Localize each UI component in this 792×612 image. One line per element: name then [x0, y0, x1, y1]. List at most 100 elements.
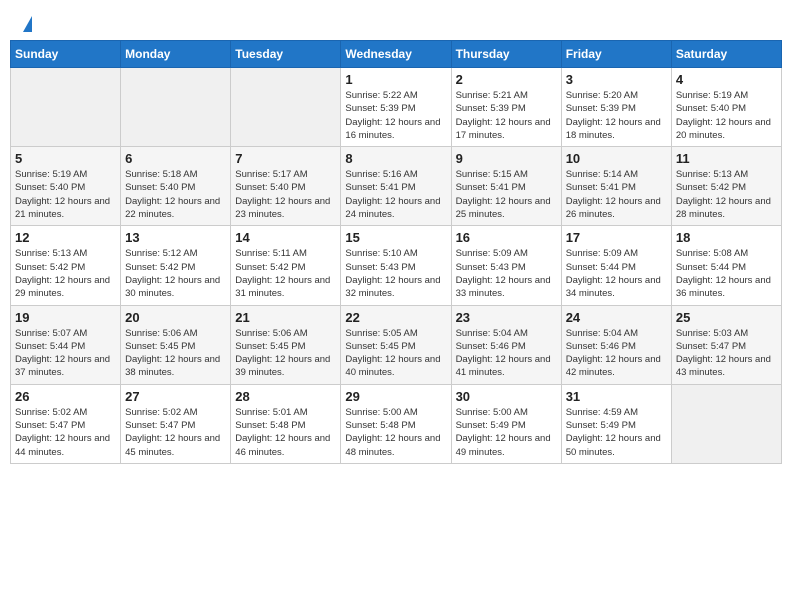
day-info: Sunrise: 5:09 AM Sunset: 5:43 PM Dayligh…	[456, 247, 557, 300]
day-info: Sunrise: 5:20 AM Sunset: 5:39 PM Dayligh…	[566, 89, 667, 142]
calendar-cell: 26Sunrise: 5:02 AM Sunset: 5:47 PM Dayli…	[11, 384, 121, 463]
day-number: 24	[566, 310, 667, 325]
calendar-header-thursday: Thursday	[451, 41, 561, 68]
day-info: Sunrise: 5:04 AM Sunset: 5:46 PM Dayligh…	[456, 327, 557, 380]
calendar-cell: 7 Sunrise: 5:17 AM Sunset: 5:40 PM Daylig…	[231, 147, 341, 226]
calendar-header-row: SundayMondayTuesdayWednesdayThursdayFrid…	[11, 41, 782, 68]
calendar-cell: 6 Sunrise: 5:18 AM Sunset: 5:40 PM Daylig…	[121, 147, 231, 226]
day-info: Sunrise: 5:06 AM Sunset: 5:45 PM Dayligh…	[235, 327, 336, 380]
logo-triangle-icon	[23, 16, 32, 32]
day-number: 11	[676, 151, 777, 166]
calendar-header-friday: Friday	[561, 41, 671, 68]
day-number: 10	[566, 151, 667, 166]
day-number: 14	[235, 230, 336, 245]
calendar-cell: 20Sunrise: 5:06 AM Sunset: 5:45 PM Dayli…	[121, 305, 231, 384]
day-number: 21	[235, 310, 336, 325]
calendar-cell	[671, 384, 781, 463]
day-info: Sunrise: 5:19 AM Sunset: 5:40 PM Dayligh…	[15, 168, 116, 221]
calendar-cell: 29 Sunrise: 5:00 AM Sunset: 5:48 PM Dayli…	[341, 384, 451, 463]
day-info: Sunrise: 5:17 AM Sunset: 5:40 PM Dayligh…	[235, 168, 336, 221]
day-number: 25	[676, 310, 777, 325]
calendar-cell: 28 Sunrise: 5:01 AM Sunset: 5:48 PM Dayli…	[231, 384, 341, 463]
calendar-cell	[11, 68, 121, 147]
day-info: Sunrise: 5:15 AM Sunset: 5:41 PM Dayligh…	[456, 168, 557, 221]
calendar-cell: 9 Sunrise: 5:15 AM Sunset: 5:41 PM Daylig…	[451, 147, 561, 226]
day-info: Sunrise: 5:04 AM Sunset: 5:46 PM Dayligh…	[566, 327, 667, 380]
day-number: 23	[456, 310, 557, 325]
day-info: Sunrise: 5:02 AM Sunset: 5:47 PM Dayligh…	[15, 406, 116, 459]
calendar-cell: 11 Sunrise: 5:13 AM Sunset: 5:42 PM Dayli…	[671, 147, 781, 226]
calendar-cell: 13 Sunrise: 5:12 AM Sunset: 5:42 PM Dayli…	[121, 226, 231, 305]
day-number: 12	[15, 230, 116, 245]
calendar-cell: 17 Sunrise: 5:09 AM Sunset: 5:44 PM Dayli…	[561, 226, 671, 305]
calendar-cell: 19Sunrise: 5:07 AM Sunset: 5:44 PM Dayli…	[11, 305, 121, 384]
calendar-week-4: 19Sunrise: 5:07 AM Sunset: 5:44 PM Dayli…	[11, 305, 782, 384]
day-number: 18	[676, 230, 777, 245]
calendar-cell: 14Sunrise: 5:11 AM Sunset: 5:42 PM Dayli…	[231, 226, 341, 305]
day-number: 4	[676, 72, 777, 87]
day-number: 17	[566, 230, 667, 245]
day-info: Sunrise: 5:16 AM Sunset: 5:41 PM Dayligh…	[345, 168, 446, 221]
day-info: Sunrise: 4:59 AM Sunset: 5:49 PM Dayligh…	[566, 406, 667, 459]
day-number: 7	[235, 151, 336, 166]
day-info: Sunrise: 5:10 AM Sunset: 5:43 PM Dayligh…	[345, 247, 446, 300]
page-header	[0, 0, 792, 40]
day-number: 29	[345, 389, 446, 404]
calendar-cell: 1 Sunrise: 5:22 AM Sunset: 5:39 PM Daylig…	[341, 68, 451, 147]
calendar-cell: 3 Sunrise: 5:20 AM Sunset: 5:39 PM Daylig…	[561, 68, 671, 147]
day-info: Sunrise: 5:19 AM Sunset: 5:40 PM Dayligh…	[676, 89, 777, 142]
calendar-header-saturday: Saturday	[671, 41, 781, 68]
calendar-cell: 23 Sunrise: 5:04 AM Sunset: 5:46 PM Dayli…	[451, 305, 561, 384]
calendar-cell: 18 Sunrise: 5:08 AM Sunset: 5:44 PM Dayli…	[671, 226, 781, 305]
day-number: 2	[456, 72, 557, 87]
day-number: 1	[345, 72, 446, 87]
day-info: Sunrise: 5:01 AM Sunset: 5:48 PM Dayligh…	[235, 406, 336, 459]
day-info: Sunrise: 5:13 AM Sunset: 5:42 PM Dayligh…	[15, 247, 116, 300]
day-info: Sunrise: 5:05 AM Sunset: 5:45 PM Dayligh…	[345, 327, 446, 380]
day-info: Sunrise: 5:13 AM Sunset: 5:42 PM Dayligh…	[676, 168, 777, 221]
day-info: Sunrise: 5:00 AM Sunset: 5:48 PM Dayligh…	[345, 406, 446, 459]
calendar-cell: 4 Sunrise: 5:19 AM Sunset: 5:40 PM Daylig…	[671, 68, 781, 147]
calendar-cell: 5Sunrise: 5:19 AM Sunset: 5:40 PM Daylig…	[11, 147, 121, 226]
calendar-header-tuesday: Tuesday	[231, 41, 341, 68]
calendar-header-wednesday: Wednesday	[341, 41, 451, 68]
day-info: Sunrise: 5:12 AM Sunset: 5:42 PM Dayligh…	[125, 247, 226, 300]
calendar-cell: 16Sunrise: 5:09 AM Sunset: 5:43 PM Dayli…	[451, 226, 561, 305]
calendar-cell: 21 Sunrise: 5:06 AM Sunset: 5:45 PM Dayli…	[231, 305, 341, 384]
calendar-cell: 25Sunrise: 5:03 AM Sunset: 5:47 PM Dayli…	[671, 305, 781, 384]
day-number: 19	[15, 310, 116, 325]
calendar-table: SundayMondayTuesdayWednesdayThursdayFrid…	[10, 40, 782, 464]
calendar-cell: 8 Sunrise: 5:16 AM Sunset: 5:41 PM Daylig…	[341, 147, 451, 226]
day-info: Sunrise: 5:08 AM Sunset: 5:44 PM Dayligh…	[676, 247, 777, 300]
calendar-cell	[231, 68, 341, 147]
calendar-header-monday: Monday	[121, 41, 231, 68]
day-info: Sunrise: 5:00 AM Sunset: 5:49 PM Dayligh…	[456, 406, 557, 459]
day-number: 8	[345, 151, 446, 166]
calendar-week-3: 12 Sunrise: 5:13 AM Sunset: 5:42 PM Dayli…	[11, 226, 782, 305]
calendar-cell: 24 Sunrise: 5:04 AM Sunset: 5:46 PM Dayli…	[561, 305, 671, 384]
day-number: 30	[456, 389, 557, 404]
day-info: Sunrise: 5:18 AM Sunset: 5:40 PM Dayligh…	[125, 168, 226, 221]
calendar-cell	[121, 68, 231, 147]
day-number: 9	[456, 151, 557, 166]
day-number: 27	[125, 389, 226, 404]
calendar-cell: 31Sunrise: 4:59 AM Sunset: 5:49 PM Dayli…	[561, 384, 671, 463]
day-info: Sunrise: 5:14 AM Sunset: 5:41 PM Dayligh…	[566, 168, 667, 221]
calendar-week-1: 1 Sunrise: 5:22 AM Sunset: 5:39 PM Daylig…	[11, 68, 782, 147]
calendar-week-2: 5Sunrise: 5:19 AM Sunset: 5:40 PM Daylig…	[11, 147, 782, 226]
day-number: 13	[125, 230, 226, 245]
page-wrapper: SundayMondayTuesdayWednesdayThursdayFrid…	[0, 0, 792, 474]
calendar-cell: 12 Sunrise: 5:13 AM Sunset: 5:42 PM Dayli…	[11, 226, 121, 305]
day-info: Sunrise: 5:22 AM Sunset: 5:39 PM Dayligh…	[345, 89, 446, 142]
calendar-cell: 22 Sunrise: 5:05 AM Sunset: 5:45 PM Dayli…	[341, 305, 451, 384]
day-info: Sunrise: 5:21 AM Sunset: 5:39 PM Dayligh…	[456, 89, 557, 142]
calendar-cell: 2 Sunrise: 5:21 AM Sunset: 5:39 PM Daylig…	[451, 68, 561, 147]
day-number: 22	[345, 310, 446, 325]
day-number: 6	[125, 151, 226, 166]
day-number: 15	[345, 230, 446, 245]
day-number: 20	[125, 310, 226, 325]
calendar-cell: 10 Sunrise: 5:14 AM Sunset: 5:41 PM Dayli…	[561, 147, 671, 226]
day-info: Sunrise: 5:09 AM Sunset: 5:44 PM Dayligh…	[566, 247, 667, 300]
day-number: 3	[566, 72, 667, 87]
day-number: 28	[235, 389, 336, 404]
